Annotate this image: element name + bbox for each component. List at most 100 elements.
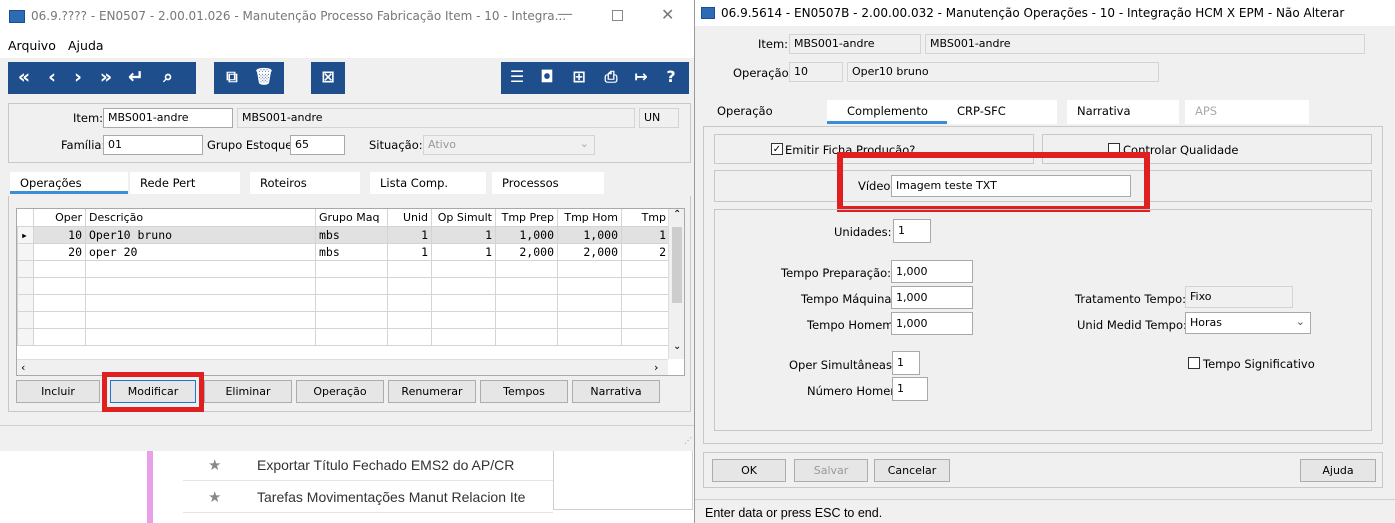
incluir-button[interactable]: Incluir	[16, 380, 100, 403]
help-icon[interactable]: ?	[657, 62, 685, 92]
row-selector[interactable]	[17, 328, 34, 346]
last-record-icon[interactable]: »	[92, 62, 120, 92]
menu-item[interactable]: ★ Tarefas Movimentações Manut Relacion I…	[183, 481, 553, 513]
eliminar-button[interactable]: Eliminar	[204, 380, 292, 403]
ajuda-button[interactable]: Ajuda	[1300, 459, 1376, 482]
table-cell	[387, 260, 432, 278]
print-icon[interactable]: ⎙	[597, 62, 625, 92]
goto-icon[interactable]: ↵	[122, 62, 150, 92]
next-record-icon[interactable]: ›	[66, 62, 90, 92]
table-row[interactable]	[17, 260, 670, 278]
tree-icon[interactable]: ⊞	[565, 62, 593, 92]
tab-complemento[interactable]: Complemento	[827, 100, 947, 124]
camera-icon[interactable]: ◘	[533, 62, 561, 92]
col-op-simult[interactable]: Op Simult	[431, 209, 496, 227]
grid-header: Oper Descrição Grupo Maq Unid Op Simult …	[17, 209, 670, 227]
maximize-icon[interactable]	[612, 10, 623, 21]
item-code-field: MBS001-andre	[789, 34, 921, 54]
scrollbar-thumb[interactable]	[672, 227, 682, 303]
col-unid[interactable]: Unid	[387, 209, 432, 227]
tab-processos[interactable]: Processos	[492, 172, 604, 194]
tempo-preparacao-field[interactable]: 1,000	[891, 260, 973, 283]
row-selector[interactable]	[17, 294, 34, 312]
table-cell	[85, 294, 316, 312]
tab-narrativa[interactable]: Narrativa	[1067, 100, 1179, 124]
table-row[interactable]: 20 oper 20 mbs 1 1 2,000 2,000 2	[17, 243, 670, 261]
delete-icon[interactable]: 🗑	[250, 62, 278, 92]
tempo-significativo-checkbox[interactable]	[1188, 357, 1200, 369]
grupo-estoque-field[interactable]: 65	[290, 135, 345, 155]
table-row[interactable]	[17, 294, 670, 312]
row-selector[interactable]	[17, 277, 34, 295]
operations-table: Oper Descrição Grupo Maq Unid Op Simult …	[17, 209, 670, 346]
operacao-button[interactable]: Operação	[296, 380, 384, 403]
operations-grid[interactable]: Oper Descrição Grupo Maq Unid Op Simult …	[16, 208, 685, 376]
close-icon[interactable]: ✕	[661, 5, 674, 24]
oper-simultaneas-field[interactable]: 1	[892, 351, 920, 375]
minimize-icon[interactable]: —	[557, 4, 573, 23]
table-row[interactable]	[17, 311, 670, 329]
vertical-scrollbar[interactable]: ⌃ ⌄	[668, 209, 684, 359]
item-code-field[interactable]: MBS001-andre	[103, 108, 233, 128]
first-record-icon[interactable]: «	[10, 62, 38, 92]
excel-icon[interactable]: ⊠	[314, 62, 342, 92]
col-oper[interactable]: Oper	[33, 209, 86, 227]
settings-icon[interactable]: ☰	[503, 62, 531, 92]
table-cell	[85, 328, 316, 346]
scroll-down-icon[interactable]: ⌄	[673, 341, 681, 352]
numero-homens-field[interactable]: 1	[892, 377, 928, 401]
scroll-right-icon[interactable]: ›	[654, 361, 658, 374]
table-row[interactable]	[17, 277, 670, 295]
star-icon: ★	[208, 456, 222, 474]
unidades-field[interactable]: 1	[893, 219, 931, 243]
tab-operacao[interactable]: Operação	[707, 100, 817, 124]
complemento-panel: ✓ Emitir Ficha Produção? Controlar Quali…	[703, 126, 1383, 444]
tab-crp-sfc[interactable]: CRP-SFC	[947, 100, 1057, 124]
col-descricao[interactable]: Descrição	[85, 209, 316, 227]
ok-button[interactable]: OK	[712, 459, 786, 482]
tempo-maquina-field[interactable]: 1,000	[891, 286, 973, 309]
menu-item[interactable]: ★ Exportar Título Fechado EMS2 do AP/CR	[183, 451, 553, 481]
table-row[interactable]: ▸ 10 Oper10 bruno mbs 1 1 1,000 1,000 1	[17, 226, 670, 244]
table-cell: mbs	[315, 226, 388, 244]
tab-lista-comp[interactable]: Lista Comp.	[370, 172, 486, 194]
row-selector[interactable]	[17, 260, 34, 278]
cancelar-button[interactable]: Cancelar	[874, 459, 950, 482]
col-grupo-maq[interactable]: Grupo Maq	[315, 209, 388, 227]
row-selector[interactable]	[17, 243, 34, 261]
table-cell	[387, 328, 432, 346]
tab-label: Complemento	[847, 104, 928, 118]
previous-record-icon[interactable]: ‹	[40, 62, 64, 92]
copy-icon[interactable]: ⧉	[218, 62, 246, 92]
tab-rede-pert[interactable]: Rede Pert	[130, 172, 240, 194]
row-selector[interactable]: ▸	[17, 226, 34, 244]
modificar-button[interactable]: Modificar	[110, 380, 196, 403]
col-tmp[interactable]: Tmp	[621, 209, 670, 227]
unid-medid-tempo-select[interactable]: Horas ⌄	[1185, 312, 1311, 334]
situacao-value: Ativo	[428, 138, 456, 151]
resize-grip-icon[interactable]: ⋰	[684, 436, 692, 445]
tempos-button[interactable]: Tempos	[480, 380, 568, 403]
tempo-homem-field[interactable]: 1,000	[891, 312, 973, 335]
emitir-ficha-checkbox[interactable]: ✓	[771, 143, 783, 155]
familia-field[interactable]: 01	[103, 135, 203, 155]
tab-operacoes[interactable]: Operações	[10, 172, 128, 194]
table-row[interactable]	[17, 328, 670, 346]
tab-bar: Operações Rede Pert Roteiros Lista Comp.…	[8, 168, 691, 196]
col-tmp-hom[interactable]: Tmp Hom	[557, 209, 622, 227]
exit-icon[interactable]: ↦	[627, 62, 655, 92]
menu-ajuda[interactable]: Ajuda	[68, 38, 104, 53]
tab-roteiros[interactable]: Roteiros	[250, 172, 360, 194]
renumerar-button[interactable]: Renumerar	[388, 380, 476, 403]
tab-label: Narrativa	[1077, 104, 1131, 118]
col-tmp-prep[interactable]: Tmp Prep	[495, 209, 558, 227]
status-text: Enter data or press ESC to end.	[705, 506, 883, 520]
row-selector[interactable]	[17, 311, 34, 329]
scroll-up-icon[interactable]: ⌃	[673, 209, 681, 220]
tab-label: Roteiros	[260, 176, 307, 190]
menu-arquivo[interactable]: Arquivo	[8, 38, 56, 53]
search-icon[interactable]: ⌕	[154, 62, 182, 92]
item-header-panel: Item: MBS001-andre MBS001-andre UN Famíl…	[8, 103, 691, 163]
scroll-left-icon[interactable]: ‹	[21, 361, 25, 374]
narrativa-button[interactable]: Narrativa	[572, 380, 660, 403]
